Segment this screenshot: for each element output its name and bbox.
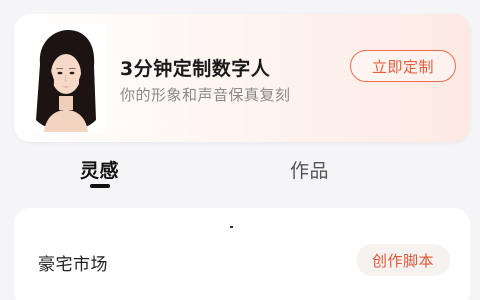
banner-subtitle: 你的形象和声音保真复刻 <box>120 86 291 104</box>
create-script-button[interactable]: 创作脚本 <box>356 244 450 276</box>
active-tab-indicator <box>90 184 110 188</box>
divider-mark <box>230 226 233 228</box>
customize-now-button[interactable]: 立即定制 <box>350 50 456 82</box>
promo-banner[interactable]: 3分钟定制数字人 你的形象和声音保真复刻 立即定制 <box>14 14 470 142</box>
banner-title: 3分钟定制数字人 <box>120 58 271 80</box>
avatar <box>26 24 106 132</box>
content-card: 豪宅市场 创作脚本 <box>14 208 470 300</box>
tab-inspiration[interactable]: 灵感 <box>80 156 119 183</box>
list-item-title: 豪宅市场 <box>38 255 108 275</box>
tab-works[interactable]: 作品 <box>290 156 329 183</box>
